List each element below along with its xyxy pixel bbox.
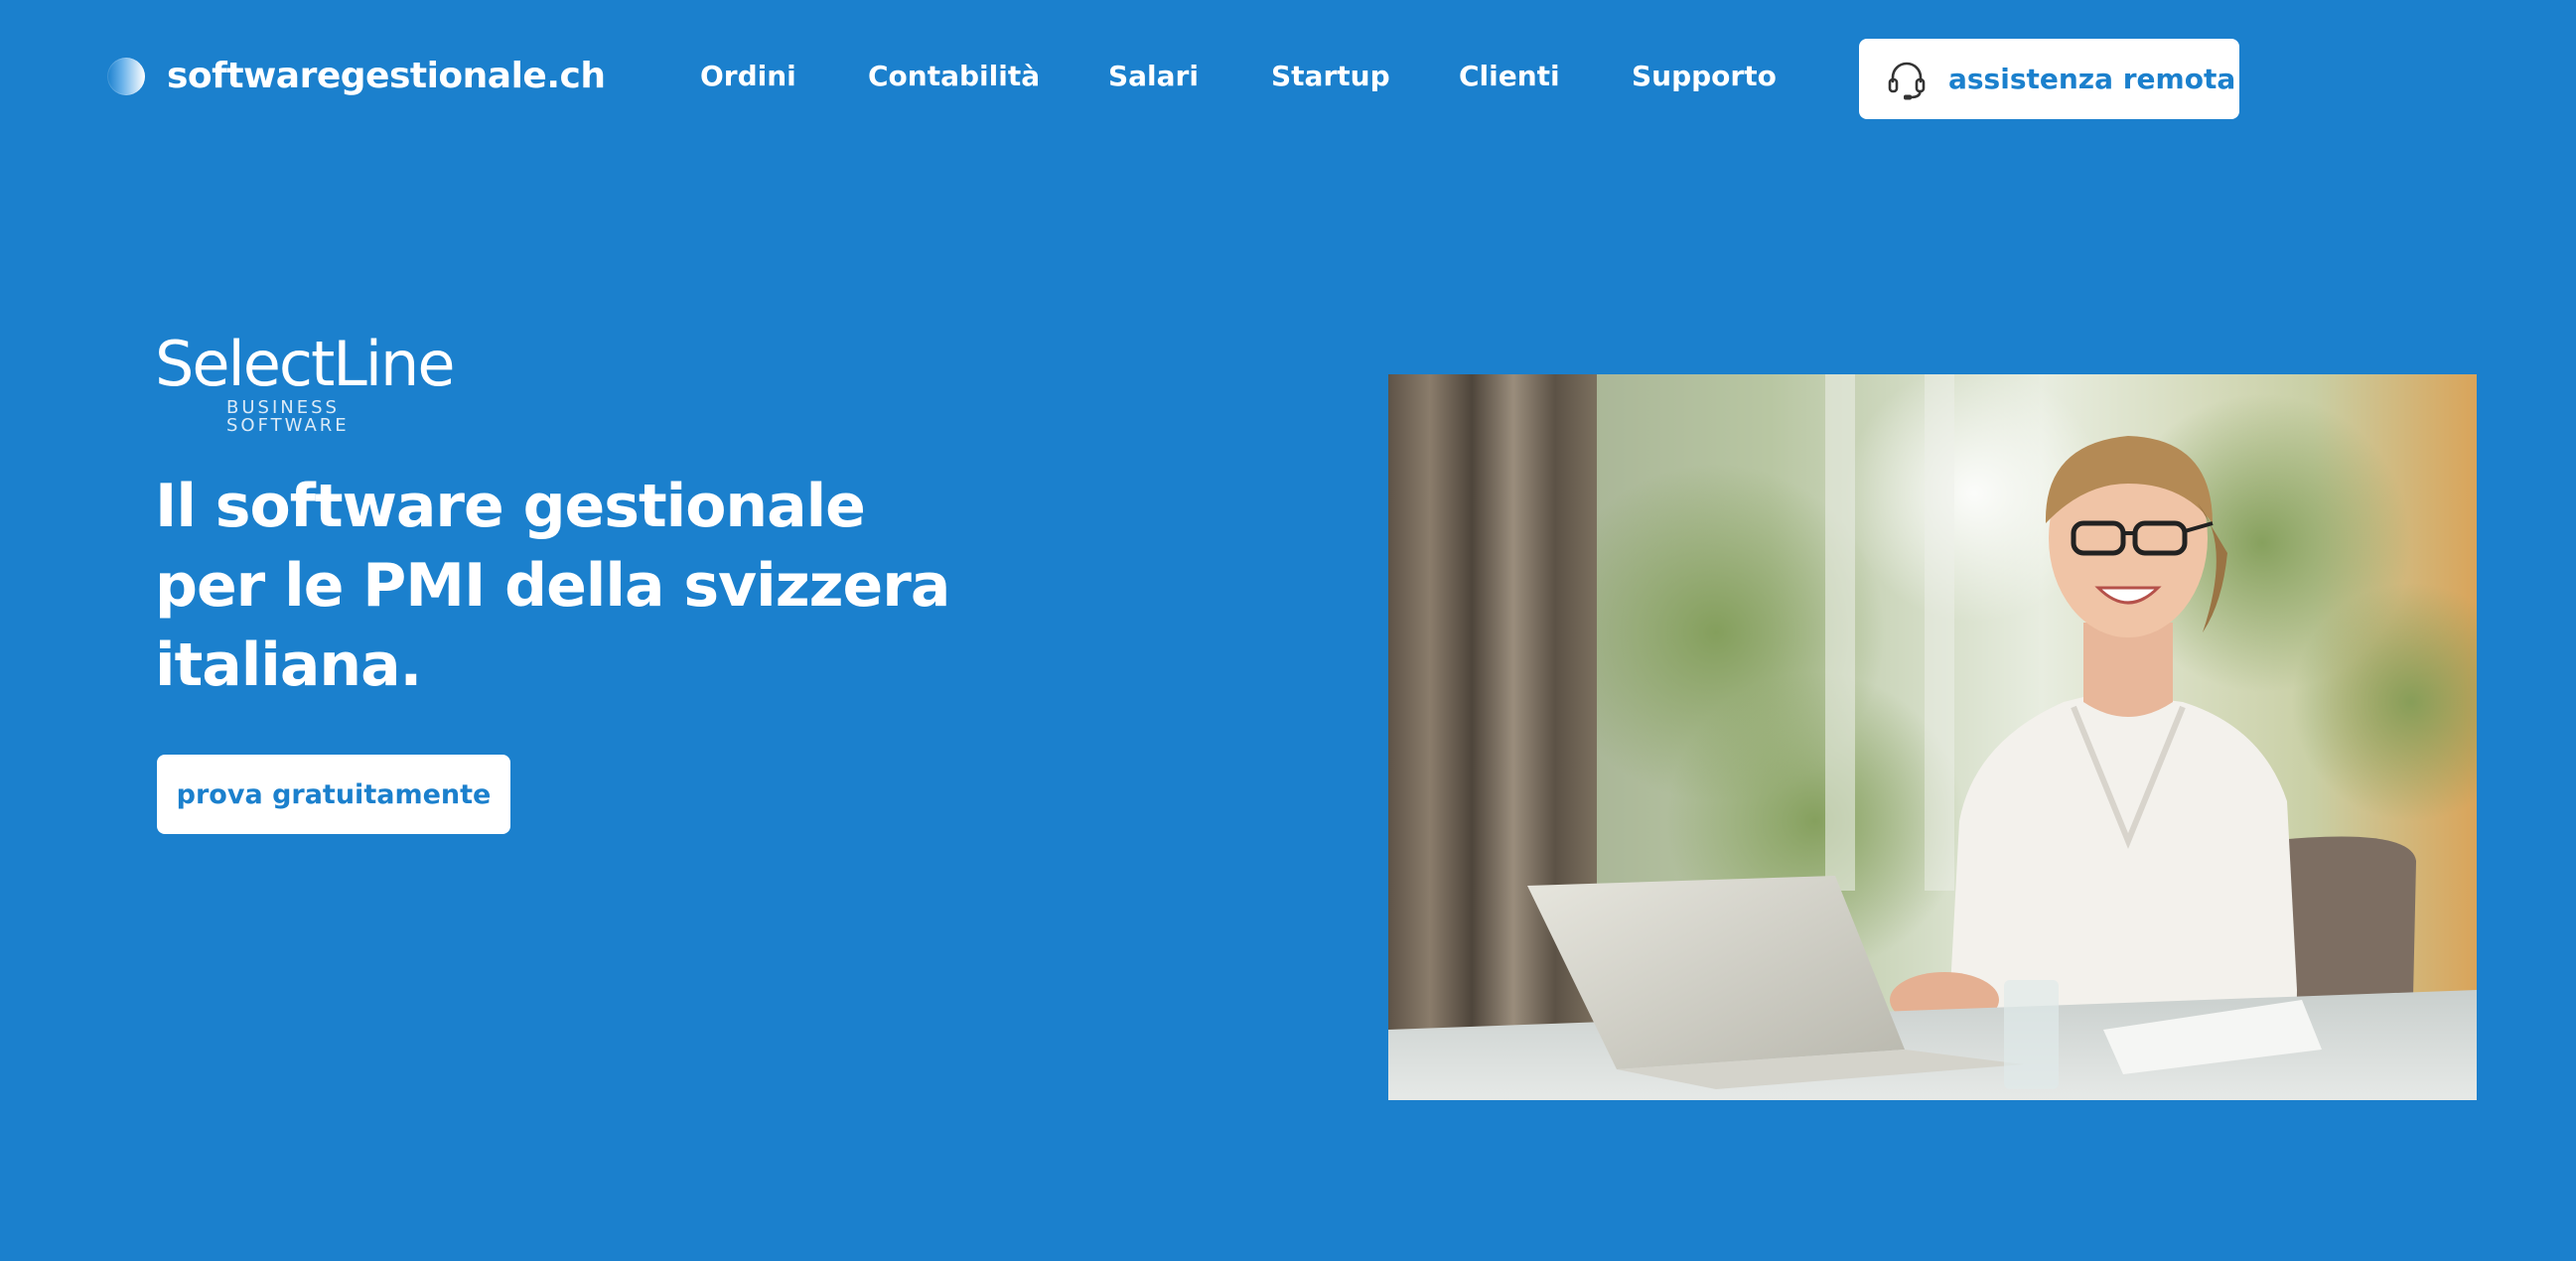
page: softwaregestionale.ch Ordini Contabilità… <box>0 0 2576 1261</box>
hero-headline: Il software gestionale per le PMI della … <box>155 467 969 705</box>
selectline-wordmark: SelectLine <box>155 328 455 400</box>
brand-logo-link[interactable]: softwaregestionale.ch <box>107 56 606 96</box>
headline-line-2: per le PMI della svizzera <box>155 551 950 621</box>
nav-item-clienti[interactable]: Clienti <box>1459 60 1560 92</box>
headline-line-1: Il software gestionale <box>155 472 866 541</box>
nav-item-ordini[interactable]: Ordini <box>700 60 796 92</box>
headline-line-3: italiana. <box>155 630 422 700</box>
remote-assistance-label: assistenza remota <box>1948 63 2236 95</box>
selectline-logo: SelectLine BUSINESS SOFTWARE <box>155 328 463 435</box>
free-trial-button[interactable]: prova gratuitamente <box>157 755 510 834</box>
nav-item-salari[interactable]: Salari <box>1108 60 1199 92</box>
nav-item-supporto[interactable]: Supporto <box>1632 60 1777 92</box>
nav-item-contabilita[interactable]: Contabilità <box>868 60 1040 92</box>
site-header: softwaregestionale.ch Ordini Contabilità… <box>0 0 2576 159</box>
hero-photo-illustration <box>1388 374 2477 1100</box>
remote-assistance-button[interactable]: assistenza remota <box>1859 39 2239 119</box>
hero-photo <box>1388 374 2477 1100</box>
brand-circle-icon <box>107 57 145 95</box>
brand-name: softwaregestionale.ch <box>167 56 606 96</box>
selectline-tagline: BUSINESS SOFTWARE <box>226 397 350 436</box>
nav-item-startup[interactable]: Startup <box>1271 60 1390 92</box>
headset-icon <box>1885 58 1929 101</box>
